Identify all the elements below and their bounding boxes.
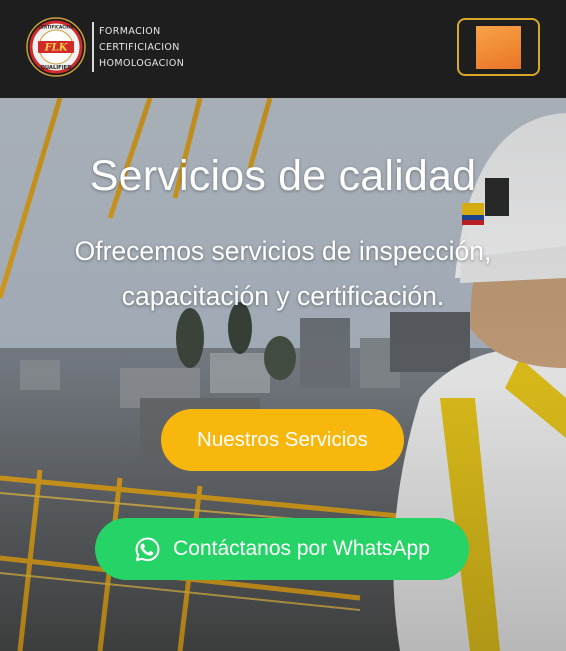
brand-line-homologacion: HOMOLOGACION xyxy=(99,57,185,69)
logo-divider xyxy=(92,22,94,72)
hero-subtitle: Ofrecemos servicios de inspección, capac… xyxy=(74,236,492,311)
site-header: FLK CERTIFICACION QUALIFIED FORMACION CE… xyxy=(0,0,566,98)
hero-title: Servicios de calidad xyxy=(89,152,477,200)
svg-text:QUALIFIED: QUALIFIED xyxy=(40,65,72,71)
svg-text:FLK: FLK xyxy=(44,43,69,54)
whatsapp-icon xyxy=(135,537,160,561)
our-services-button[interactable]: Nuestros Servicios xyxy=(161,409,404,471)
whatsapp-contact-button[interactable]: Contáctanos por WhatsApp xyxy=(95,518,469,580)
hero-section: Servicios de calidad Ofrecemos servicios… xyxy=(0,98,566,651)
brand-line-formacion: FORMACION xyxy=(99,25,161,37)
whatsapp-contact-label: Contáctanos por WhatsApp xyxy=(173,537,430,560)
our-services-label: Nuestros Servicios xyxy=(197,428,368,451)
menu-toggle-button[interactable] xyxy=(457,18,540,76)
brand-tagline: FORMACION CERTIFICIACION HOMOLOGACION xyxy=(99,25,184,70)
menu-toggle-square-icon xyxy=(476,25,521,69)
logo-seal-icon: FLK CERTIFICACION QUALIFIED xyxy=(26,17,86,77)
brand-logo[interactable]: FLK CERTIFICACION QUALIFIED FORMACION CE… xyxy=(26,17,184,77)
brand-line-certificacion: CERTIFICIACION xyxy=(99,41,180,53)
svg-text:CERTIFICACION: CERTIFICACION xyxy=(38,25,74,30)
